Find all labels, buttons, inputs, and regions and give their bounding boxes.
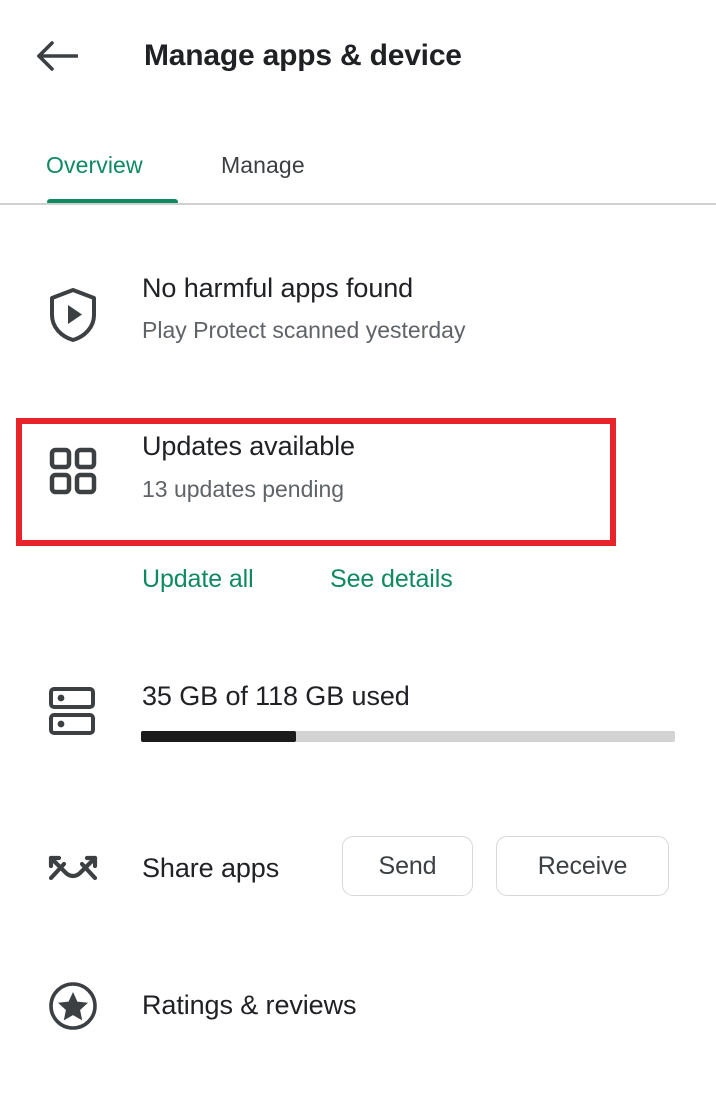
arrow-left-icon: [36, 41, 78, 71]
update-all-button[interactable]: Update all: [142, 558, 254, 600]
shield-play-icon: [44, 286, 102, 344]
play-protect-title: No harmful apps found: [142, 273, 414, 303]
tab-bar: Overview Manage: [0, 130, 716, 205]
storage-progress-fill: [141, 731, 296, 742]
storage-drive-icon: [44, 682, 102, 740]
receive-button[interactable]: Receive: [496, 836, 669, 896]
ratings-title: Ratings & reviews: [142, 990, 357, 1020]
share-apps-title: Share apps: [142, 853, 280, 883]
updates-available-row[interactable]: Updates available 13 updates pending: [0, 428, 716, 538]
see-details-button[interactable]: See details: [330, 558, 453, 600]
storage-row[interactable]: 35 GB of 118 GB used: [0, 670, 716, 770]
manage-apps-and-device-screen: Manage apps & device Overview Manage No …: [0, 0, 716, 1101]
updates-title: Updates available: [142, 431, 355, 461]
star-circle-icon: [44, 977, 102, 1035]
back-button[interactable]: [28, 32, 86, 80]
updates-actions: Update all See details: [0, 558, 716, 604]
apps-grid-icon: [44, 442, 102, 500]
app-bar: Manage apps & device: [0, 0, 716, 112]
play-protect-row[interactable]: No harmful apps found Play Protect scann…: [0, 270, 716, 380]
page-title: Manage apps & device: [144, 39, 462, 72]
tab-manage[interactable]: Manage: [221, 130, 305, 200]
ratings-and-reviews-row[interactable]: Ratings & reviews: [0, 975, 716, 1045]
updates-subtitle: 13 updates pending: [142, 476, 345, 502]
tab-bar-divider: [0, 203, 716, 205]
nearby-share-icon: [44, 840, 102, 898]
storage-progress-bar: [141, 731, 675, 742]
tab-overview[interactable]: Overview: [46, 130, 143, 200]
play-protect-subtitle: Play Protect scanned yesterday: [142, 317, 466, 343]
send-button[interactable]: Send: [342, 836, 473, 896]
storage-title: 35 GB of 118 GB used: [142, 681, 410, 711]
